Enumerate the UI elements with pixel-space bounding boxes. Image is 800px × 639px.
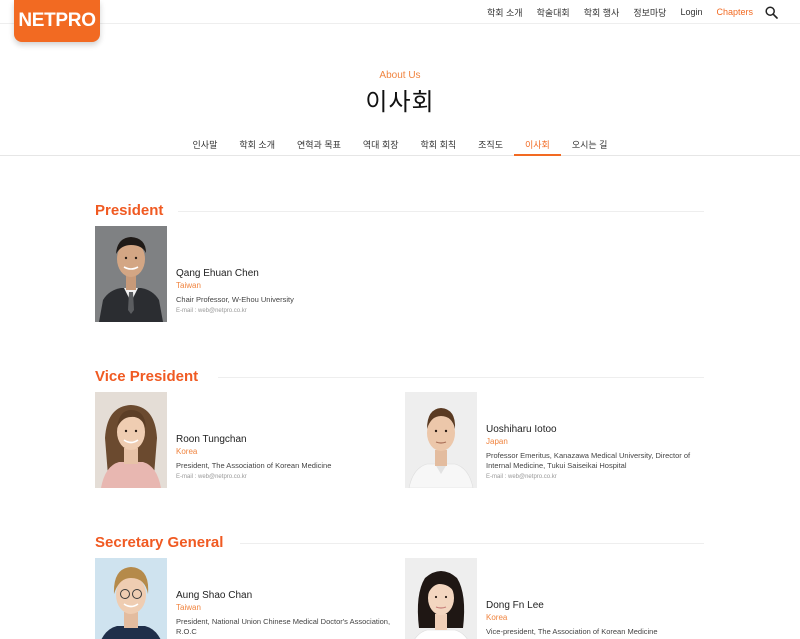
member-photo <box>95 558 167 639</box>
member-title: Vice-president, The Association of Korea… <box>486 627 658 636</box>
member-country: Korea <box>486 613 508 622</box>
member-title: President, The Association of Korean Med… <box>176 461 332 470</box>
member-title: Professor Emeritus, Kanazawa Medical Uni… <box>486 451 691 470</box>
nav-link-info[interactable]: 정보마당 <box>633 6 666 19</box>
top-nav: 학회 소개 학술대회 학회 행사 정보마당 Login Chapters <box>473 0 778 24</box>
tab-past-presidents[interactable]: 역대 회장 <box>352 130 410 156</box>
member-email[interactable]: E-mail : web@netpro.co.kr <box>486 473 705 482</box>
member-info: Roon Tungchan Korea President, The Assoc… <box>176 433 395 482</box>
tab-organization[interactable]: 조직도 <box>467 130 514 156</box>
tab-greeting[interactable]: 인사말 <box>182 130 229 156</box>
site-header: NETPRO 학회 소개 학술대회 학회 행사 정보마당 Login Chapt… <box>0 0 800 42</box>
tab-bylaws[interactable]: 학회 회칙 <box>410 130 468 156</box>
section-divider <box>178 211 704 212</box>
member-name: Dong Fn Lee <box>486 600 544 611</box>
member-photo <box>95 392 167 488</box>
member-name: Qang Ehuan Chen <box>176 268 259 279</box>
member-photo <box>405 392 477 488</box>
member-country: Korea <box>176 447 198 456</box>
member-title: Chair Professor, W-Ehou University <box>176 295 294 304</box>
tab-about[interactable]: 학회 소개 <box>228 130 286 156</box>
member-info: Aung Shao Chan Taiwan President, Nationa… <box>176 589 395 637</box>
site-logo[interactable]: NETPRO <box>14 0 100 42</box>
nav-link-about[interactable]: 학회 소개 <box>487 6 523 19</box>
search-icon[interactable] <box>765 5 778 19</box>
nav-link-chapters[interactable]: Chapters <box>716 7 753 17</box>
member-title: President, National Union Chinese Medica… <box>176 617 391 636</box>
member-name: Roon Tungchan <box>176 434 247 445</box>
member-info: Dong Fn Lee Korea Vice-president, The As… <box>486 599 705 637</box>
member-info: Uoshiharu Iotoo Japan Professor Emeritus… <box>486 423 705 482</box>
member-card: Roon Tungchan Korea President, The Assoc… <box>95 392 395 488</box>
tab-directions[interactable]: 오시는 길 <box>561 130 619 156</box>
nav-link-login[interactable]: Login <box>680 7 702 17</box>
member-card: Uoshiharu Iotoo Japan Professor Emeritus… <box>405 392 705 488</box>
member-country: Japan <box>486 437 508 446</box>
section-divider <box>218 377 704 378</box>
member-card: Qang Ehuan Chen Taiwan Chair Professor, … <box>95 226 395 322</box>
tab-board[interactable]: 이사회 <box>514 130 561 156</box>
sub-nav: 인사말 학회 소개 연혁과 목표 역대 회장 학회 회칙 조직도 이사회 오시는… <box>0 130 800 156</box>
section-divider <box>240 543 704 544</box>
section-title-vice-president: Vice President <box>95 368 199 385</box>
logo-text: NETPRO <box>18 10 96 31</box>
member-name: Aung Shao Chan <box>176 590 253 601</box>
nav-link-events[interactable]: 학회 행사 <box>584 6 620 19</box>
page-eyebrow: About Us <box>379 70 421 81</box>
member-photo <box>95 226 167 322</box>
member-info: Qang Ehuan Chen Taiwan Chair Professor, … <box>176 267 395 316</box>
section-title-secretary-general: Secretary General <box>95 534 224 551</box>
section-title-president: President <box>95 202 164 219</box>
page-title: 이사회 <box>365 89 435 116</box>
tab-history[interactable]: 연혁과 목표 <box>286 130 352 156</box>
member-email[interactable]: E-mail : web@netpro.co.kr <box>176 473 395 482</box>
member-email[interactable]: E-mail : web@netpro.co.kr <box>176 307 395 316</box>
member-country: Taiwan <box>176 603 201 612</box>
member-photo <box>405 558 477 639</box>
member-card: Aung Shao Chan Taiwan President, Nationa… <box>95 558 395 639</box>
member-name: Uoshiharu Iotoo <box>486 424 557 435</box>
member-country: Taiwan <box>176 281 201 290</box>
nav-link-conference[interactable]: 학술대회 <box>537 6 570 19</box>
member-card: Dong Fn Lee Korea Vice-president, The As… <box>405 558 705 639</box>
